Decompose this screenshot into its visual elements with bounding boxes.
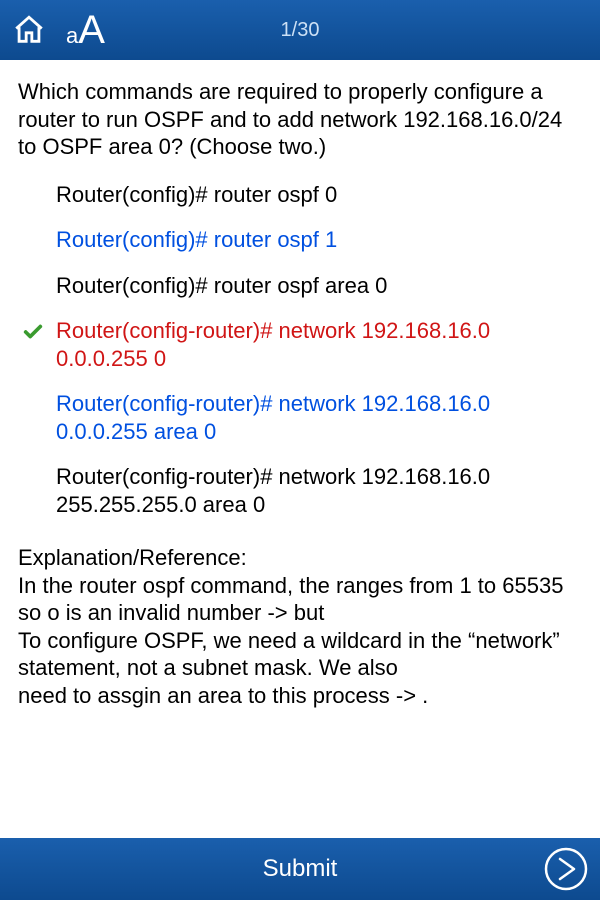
answer-choice[interactable]: Router(config-router)# network 192.168.1…: [56, 317, 582, 372]
question-text: Which commands are required to properly …: [18, 78, 582, 161]
check-icon: [22, 321, 44, 343]
font-small-a: a: [66, 23, 78, 49]
next-arrow-icon[interactable]: [544, 847, 588, 891]
choice-text: Router(config-router)# network 192.168.1…: [56, 391, 490, 444]
explanation-title: Explanation/Reference:: [18, 544, 582, 572]
home-icon[interactable]: [12, 13, 46, 47]
answer-choice[interactable]: Router(config-router)# network 192.168.1…: [56, 463, 582, 518]
footer-bar: Submit: [0, 838, 600, 900]
choice-text: Router(config)# router ospf area 0: [56, 273, 387, 298]
answer-choice[interactable]: Router(config)# router ospf area 0: [56, 272, 582, 300]
submit-button[interactable]: Submit: [263, 855, 338, 883]
explanation-block: Explanation/Reference: In the router osp…: [18, 544, 582, 709]
content-area: Which commands are required to properly …: [0, 60, 600, 838]
explanation-body: In the router ospf command, the ranges f…: [18, 572, 582, 710]
question-counter: 1/30: [281, 19, 320, 42]
answer-choice[interactable]: Router(config)# router ospf 1: [56, 226, 582, 254]
answer-choice[interactable]: Router(config)# router ospf 0: [56, 181, 582, 209]
choice-text: Router(config-router)# network 192.168.1…: [56, 318, 490, 371]
font-size-button[interactable]: aA: [66, 8, 105, 53]
header-bar: aA 1/30: [0, 0, 600, 60]
font-big-a: A: [78, 8, 105, 53]
answer-choice[interactable]: Router(config-router)# network 192.168.1…: [56, 390, 582, 445]
choice-text: Router(config)# router ospf 0: [56, 182, 337, 207]
choice-text: Router(config-router)# network 192.168.1…: [56, 464, 490, 517]
choice-text: Router(config)# router ospf 1: [56, 227, 337, 252]
choices-list: Router(config)# router ospf 0 Router(conf…: [56, 181, 582, 519]
